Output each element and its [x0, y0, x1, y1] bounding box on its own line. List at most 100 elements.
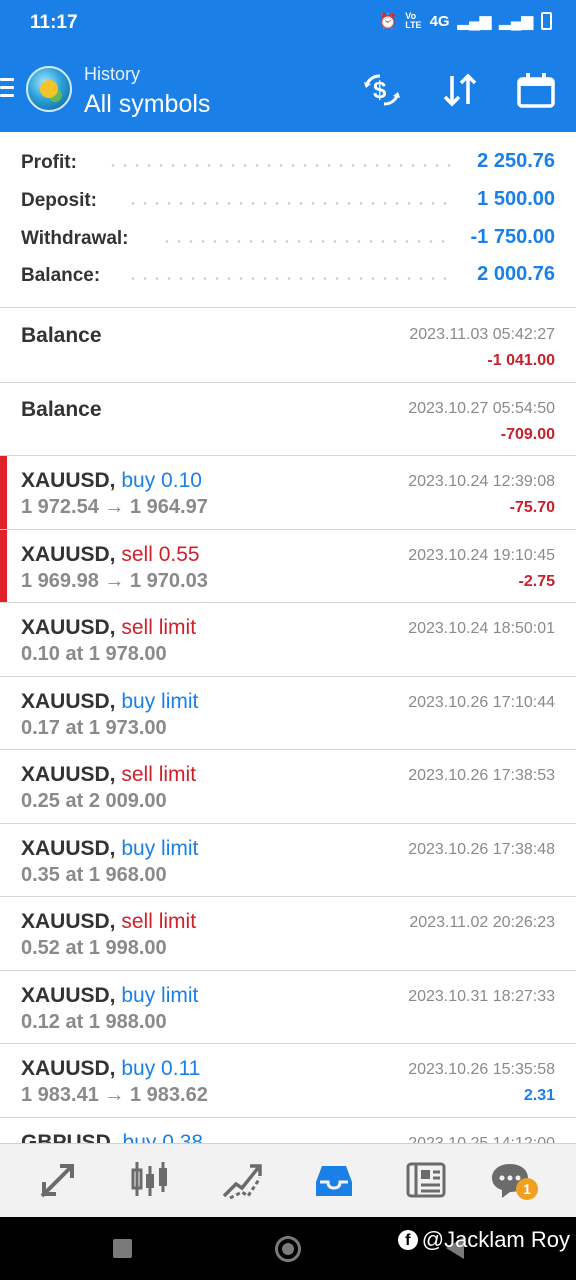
- item-datetime: 2023.11.02 20:26:23: [409, 914, 555, 931]
- summary-row-withdrawal: Withdrawal: -1 750.00: [21, 224, 555, 254]
- item-symbol: XAUUSD,: [21, 763, 116, 786]
- item-datetime: 2023.10.25 14:12:00: [408, 1134, 555, 1144]
- balance-label: Balance:: [21, 265, 101, 286]
- calendar-icon: [517, 73, 555, 108]
- deposit-label: Deposit:: [21, 190, 97, 211]
- item-datetime: 2023.10.26 17:38:53: [408, 767, 555, 784]
- item-datetime: 2023.10.27 05:54:50: [408, 399, 555, 417]
- item-type: buy 0.11: [121, 1057, 201, 1080]
- item-datetime: 2023.10.24 19:10:45: [408, 546, 555, 564]
- signal-2-icon: ▂▄▆: [499, 13, 533, 30]
- item-datetime: 2023.11.03 05:42:27: [409, 326, 555, 343]
- sort-icon: [443, 73, 477, 107]
- item-symbol: XAUUSD,: [21, 689, 116, 713]
- item-type: buy limit: [121, 689, 199, 713]
- item-symbol: XAUUSD,: [21, 469, 116, 492]
- alarm-icon: ⏰: [378, 13, 398, 30]
- list-item[interactable]: XAUUSD, buy 0.10 1 972.54 → 1 964.97 202…: [0, 456, 576, 530]
- item-datetime: 2023.10.24 12:39:08: [408, 473, 555, 490]
- item-datetime: 2023.10.31 18:27:33: [408, 987, 555, 1005]
- signal-icon: ▂▄▆: [457, 13, 492, 30]
- item-symbol: XAUUSD,: [21, 1057, 116, 1080]
- list-item[interactable]: GBPUSD, buy 0.38 2023.10.25 14:12:00: [0, 1118, 576, 1144]
- sort-button[interactable]: [440, 72, 480, 108]
- status-icons: ⏰ Vo LTE 4G ▂▄▆ ▂▄▆: [379, 12, 552, 30]
- nav-news[interactable]: [404, 1158, 448, 1202]
- history-icon: [316, 1166, 352, 1196]
- nav-trade[interactable]: [220, 1158, 264, 1202]
- calendar-button[interactable]: [516, 72, 556, 108]
- loss-marker: [0, 456, 7, 529]
- battery-icon: [541, 12, 552, 30]
- nav-history[interactable]: [312, 1158, 356, 1202]
- facebook-icon: f: [397, 1230, 418, 1250]
- item-profit: -709.00: [500, 425, 555, 443]
- menu-icon[interactable]: [0, 78, 16, 100]
- trade-icon: [222, 1164, 262, 1200]
- home-button[interactable]: [275, 1236, 301, 1262]
- symbol-selector[interactable]: All symbols: [84, 90, 210, 119]
- list-item[interactable]: XAUUSD, buy limit 0.17 at 1 973.00 2023.…: [0, 677, 576, 750]
- item-title: Balance: [21, 324, 102, 347]
- item-detail: 1 969.98 → 1 970.03: [21, 569, 208, 592]
- item-profit: -2.75: [518, 572, 555, 590]
- recents-button[interactable]: [113, 1239, 132, 1258]
- summary-row-profit: Profit: 2 250.76: [21, 148, 555, 178]
- item-title: Balance: [21, 397, 102, 421]
- list-item[interactable]: Balance 2023.11.03 05:42:27 -1 041.00: [0, 309, 576, 383]
- item-datetime: 2023.10.26 15:35:58: [408, 1061, 555, 1078]
- system-navigation: f @Jacklam Roy: [0, 1217, 576, 1280]
- list-item[interactable]: XAUUSD, sell 0.55 1 969.98 → 1 970.03 20…: [0, 529, 576, 603]
- news-icon: [406, 1162, 446, 1198]
- item-detail: 0.52 at 1 998.00: [21, 937, 167, 959]
- messages-badge: 1: [516, 1178, 538, 1200]
- list-item[interactable]: XAUUSD, buy limit 0.12 at 1 988.00 2023.…: [0, 971, 576, 1044]
- item-detail: 1 972.54 → 1 964.97: [21, 496, 208, 518]
- nav-chart[interactable]: [128, 1158, 172, 1202]
- item-detail: 1 983.41 → 1 983.62: [21, 1084, 208, 1106]
- list-item[interactable]: Balance 2023.10.27 05:54:50 -709.00: [0, 383, 576, 456]
- balance-value: 2 000.76: [477, 263, 555, 285]
- list-item[interactable]: XAUUSD, sell limit 0.25 at 2 009.00 2023…: [0, 750, 576, 824]
- app-logo: [26, 66, 72, 112]
- item-type: buy 0.10: [121, 469, 202, 492]
- account-summary: Profit: 2 250.76 Deposit: 1 500.00 Withd…: [0, 132, 576, 308]
- list-item[interactable]: XAUUSD, buy limit 0.35 at 1 968.00 2023.…: [0, 824, 576, 897]
- list-item[interactable]: XAUUSD, sell limit 0.10 at 1 978.00 2023…: [0, 603, 576, 677]
- item-symbol: XAUUSD,: [21, 542, 116, 566]
- summary-row-balance: Balance: 2 000.76: [21, 261, 555, 291]
- item-datetime: 2023.10.26 17:10:44: [408, 693, 555, 711]
- item-detail: 0.25 at 2 009.00: [21, 790, 167, 812]
- item-detail: 0.17 at 1 973.00: [21, 716, 167, 739]
- item-type: buy 0.38: [122, 1130, 204, 1144]
- deposit-withdraw-button[interactable]: $: [362, 72, 402, 108]
- item-profit: 2.31: [523, 1087, 555, 1104]
- list-item[interactable]: XAUUSD, sell limit 0.52 at 1 998.00 2023…: [0, 897, 576, 971]
- item-type: buy limit: [121, 836, 199, 860]
- status-time: 11:17: [30, 12, 78, 33]
- list-item[interactable]: XAUUSD, buy 0.11 1 983.41 → 1 983.62 202…: [0, 1044, 576, 1118]
- item-profit: -1 041.00: [487, 352, 555, 369]
- summary-row-deposit: Deposit: 1 500.00: [21, 186, 555, 216]
- network-type-icon: 4G: [429, 12, 450, 30]
- quotes-icon: [40, 1164, 74, 1198]
- item-type: sell limit: [121, 910, 197, 933]
- item-symbol: XAUUSD,: [21, 983, 116, 1007]
- volte-icon: Vo LTE: [405, 11, 422, 30]
- withdrawal-label: Withdrawal:: [21, 228, 129, 249]
- withdrawal-value: -1 750.00: [470, 226, 555, 248]
- page-subtitle: History: [84, 64, 141, 84]
- nav-messages[interactable]: 1: [488, 1158, 538, 1202]
- item-symbol: XAUUSD,: [21, 910, 116, 933]
- chart-icon: [131, 1162, 167, 1196]
- watermark-text: @Jacklam Roy: [421, 1227, 570, 1252]
- deposit-value: 1 500.00: [477, 188, 555, 210]
- nav-quotes[interactable]: [36, 1158, 80, 1202]
- svg-text:$: $: [373, 77, 387, 104]
- bottom-navigation: 1: [0, 1143, 576, 1217]
- item-datetime: 2023.10.24 18:50:01: [408, 620, 555, 637]
- app-bar: History All symbols $: [0, 48, 576, 132]
- item-symbol: XAUUSD,: [21, 616, 116, 639]
- history-list[interactable]: Balance 2023.11.03 05:42:27 -1 041.00 Ba…: [0, 309, 576, 1143]
- profit-label: Profit:: [21, 152, 77, 173]
